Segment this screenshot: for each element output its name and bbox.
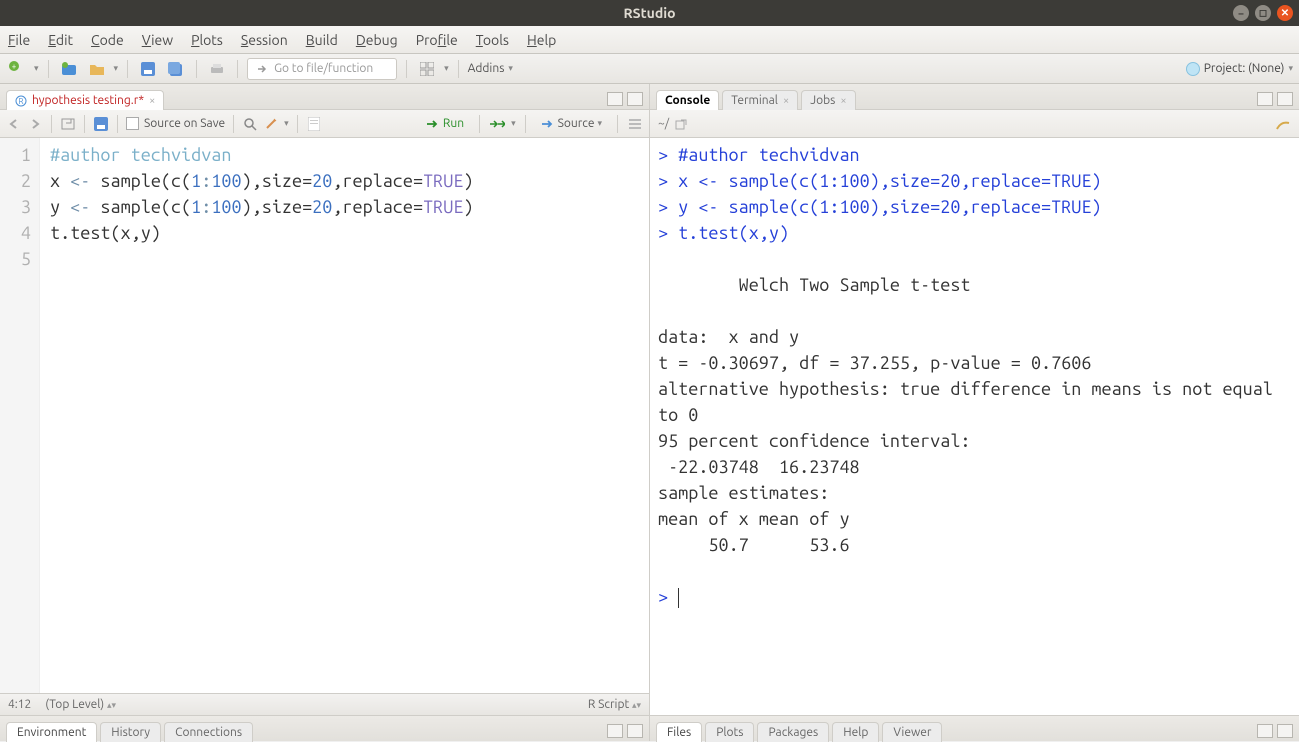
grid-icon[interactable] (416, 58, 438, 80)
menu-profile[interactable]: Profile (416, 32, 458, 48)
maximize-pane-icon[interactable] (627, 724, 643, 738)
save-icon[interactable] (93, 116, 109, 132)
open-file-icon[interactable] (86, 58, 108, 80)
path-popout-icon[interactable] (675, 118, 687, 130)
editor-tabstrip: R hypothesis testing.r* × (0, 84, 649, 110)
project-selector[interactable]: Project: (None) ▾ (1186, 62, 1293, 76)
run-button[interactable]: Run (420, 115, 470, 132)
tab-viewer[interactable]: Viewer (882, 722, 942, 742)
console-result: Welch Two Sample t-test data: x and y t … (658, 275, 1283, 555)
save-icon[interactable] (137, 58, 159, 80)
main-toolbar: + ▾ ▾ Go to file/function ▾ (0, 54, 1299, 84)
svg-text:R: R (19, 97, 24, 106)
language-selector[interactable]: R Script ▴▾ (588, 698, 641, 711)
console-path-bar: ~/ (650, 110, 1299, 138)
rerun-icon[interactable] (489, 116, 505, 132)
tab-environment[interactable]: Environment (6, 722, 97, 742)
tab-history[interactable]: History (100, 722, 161, 742)
menu-debug[interactable]: Debug (356, 32, 398, 48)
menu-view[interactable]: View (142, 32, 173, 48)
menu-bar: File Edit Code View Plots Session Build … (0, 26, 1299, 54)
tab-packages[interactable]: Packages (757, 722, 829, 742)
working-dir: ~/ (658, 117, 669, 130)
minimize-pane-icon[interactable] (1257, 724, 1273, 738)
console-output[interactable]: > #author techvidvan > x <- sample(c(1:1… (650, 138, 1299, 715)
cursor-position: 4:12 (8, 698, 31, 711)
editor-tab[interactable]: R hypothesis testing.r* × (6, 90, 164, 110)
source-on-save-label: Source on Save (144, 117, 225, 130)
goto-placeholder: Go to file/function (274, 62, 373, 75)
console-tabstrip: Console Terminal × Jobs × (650, 84, 1299, 110)
main-area: R hypothesis testing.r* × Source on Sa (0, 84, 1299, 741)
menu-session[interactable]: Session (241, 32, 288, 48)
popout-icon[interactable] (60, 116, 76, 132)
maximize-icon[interactable]: ◻ (1255, 5, 1271, 21)
close-icon[interactable]: × (149, 95, 155, 107)
source-pane: R hypothesis testing.r* × Source on Sa (0, 84, 650, 741)
window-controls: – ◻ ✕ (1233, 5, 1293, 21)
editor-toolbar: Source on Save ▾ Run ▾ Source (0, 110, 649, 138)
console-prompt: > (658, 587, 678, 607)
arrow-right-icon (256, 63, 268, 75)
addins-dropdown[interactable]: Addins ▾ (468, 62, 513, 75)
maximize-pane-icon[interactable] (1277, 724, 1293, 738)
bottom-left-tabstrip: Environment History Connections (0, 715, 649, 741)
menu-edit[interactable]: Edit (48, 32, 73, 48)
source-button[interactable]: Source ▾ (535, 115, 608, 132)
code-content: #author techvidvan x <- sample(c(1:100),… (40, 138, 473, 693)
report-icon[interactable] (306, 116, 322, 132)
new-file-icon[interactable]: + (6, 58, 28, 80)
print-icon[interactable] (206, 58, 228, 80)
tab-help[interactable]: Help (832, 722, 879, 742)
minimize-pane-icon[interactable] (607, 92, 623, 106)
window-title: RStudio (623, 5, 675, 21)
goto-file-input[interactable]: Go to file/function (247, 58, 397, 80)
forward-icon[interactable] (27, 116, 43, 132)
source-on-save-checkbox[interactable] (126, 117, 139, 130)
editor-tab-label: hypothesis testing.r* (32, 94, 144, 107)
menu-plots[interactable]: Plots (191, 32, 223, 48)
r-file-icon: R (15, 95, 27, 107)
cursor (678, 588, 679, 608)
find-icon[interactable] (242, 116, 258, 132)
window-titlebar: RStudio – ◻ ✕ (0, 0, 1299, 26)
bottom-right-tabstrip: Files Plots Packages Help Viewer (650, 715, 1299, 741)
svg-text:+: + (12, 62, 17, 71)
minimize-icon[interactable]: – (1233, 5, 1249, 21)
project-icon (1186, 62, 1200, 76)
tab-terminal[interactable]: Terminal × (722, 90, 798, 110)
line-gutter: 1 2 3 4 5 (0, 138, 40, 693)
menu-file[interactable]: File (8, 32, 30, 48)
tab-jobs[interactable]: Jobs × (801, 90, 855, 110)
save-all-icon[interactable] (165, 58, 187, 80)
clear-console-icon[interactable] (1275, 117, 1291, 131)
tab-connections[interactable]: Connections (164, 722, 253, 742)
menu-build[interactable]: Build (306, 32, 338, 48)
tab-files[interactable]: Files (656, 722, 702, 742)
tab-console[interactable]: Console (656, 90, 719, 110)
menu-tools[interactable]: Tools (476, 32, 509, 48)
maximize-pane-icon[interactable] (627, 92, 643, 106)
scope-selector[interactable]: (Top Level) ▴▾ (45, 698, 116, 711)
close-icon[interactable]: ✕ (1277, 5, 1293, 21)
outline-icon[interactable] (627, 116, 643, 132)
code-editor[interactable]: 1 2 3 4 5 #author techvidvan x <- sample… (0, 138, 649, 693)
minimize-pane-icon[interactable] (1257, 92, 1273, 106)
minimize-pane-icon[interactable] (607, 724, 623, 738)
menu-help[interactable]: Help (527, 32, 556, 48)
tab-plots[interactable]: Plots (705, 722, 754, 742)
menu-code[interactable]: Code (91, 32, 124, 48)
wand-icon[interactable] (263, 116, 279, 132)
console-pane: Console Terminal × Jobs × ~/ > #author t… (650, 84, 1299, 741)
back-icon[interactable] (6, 116, 22, 132)
maximize-pane-icon[interactable] (1277, 92, 1293, 106)
editor-statusbar: 4:12 (Top Level) ▴▾ R Script ▴▾ (0, 693, 649, 715)
new-project-icon[interactable] (58, 58, 80, 80)
